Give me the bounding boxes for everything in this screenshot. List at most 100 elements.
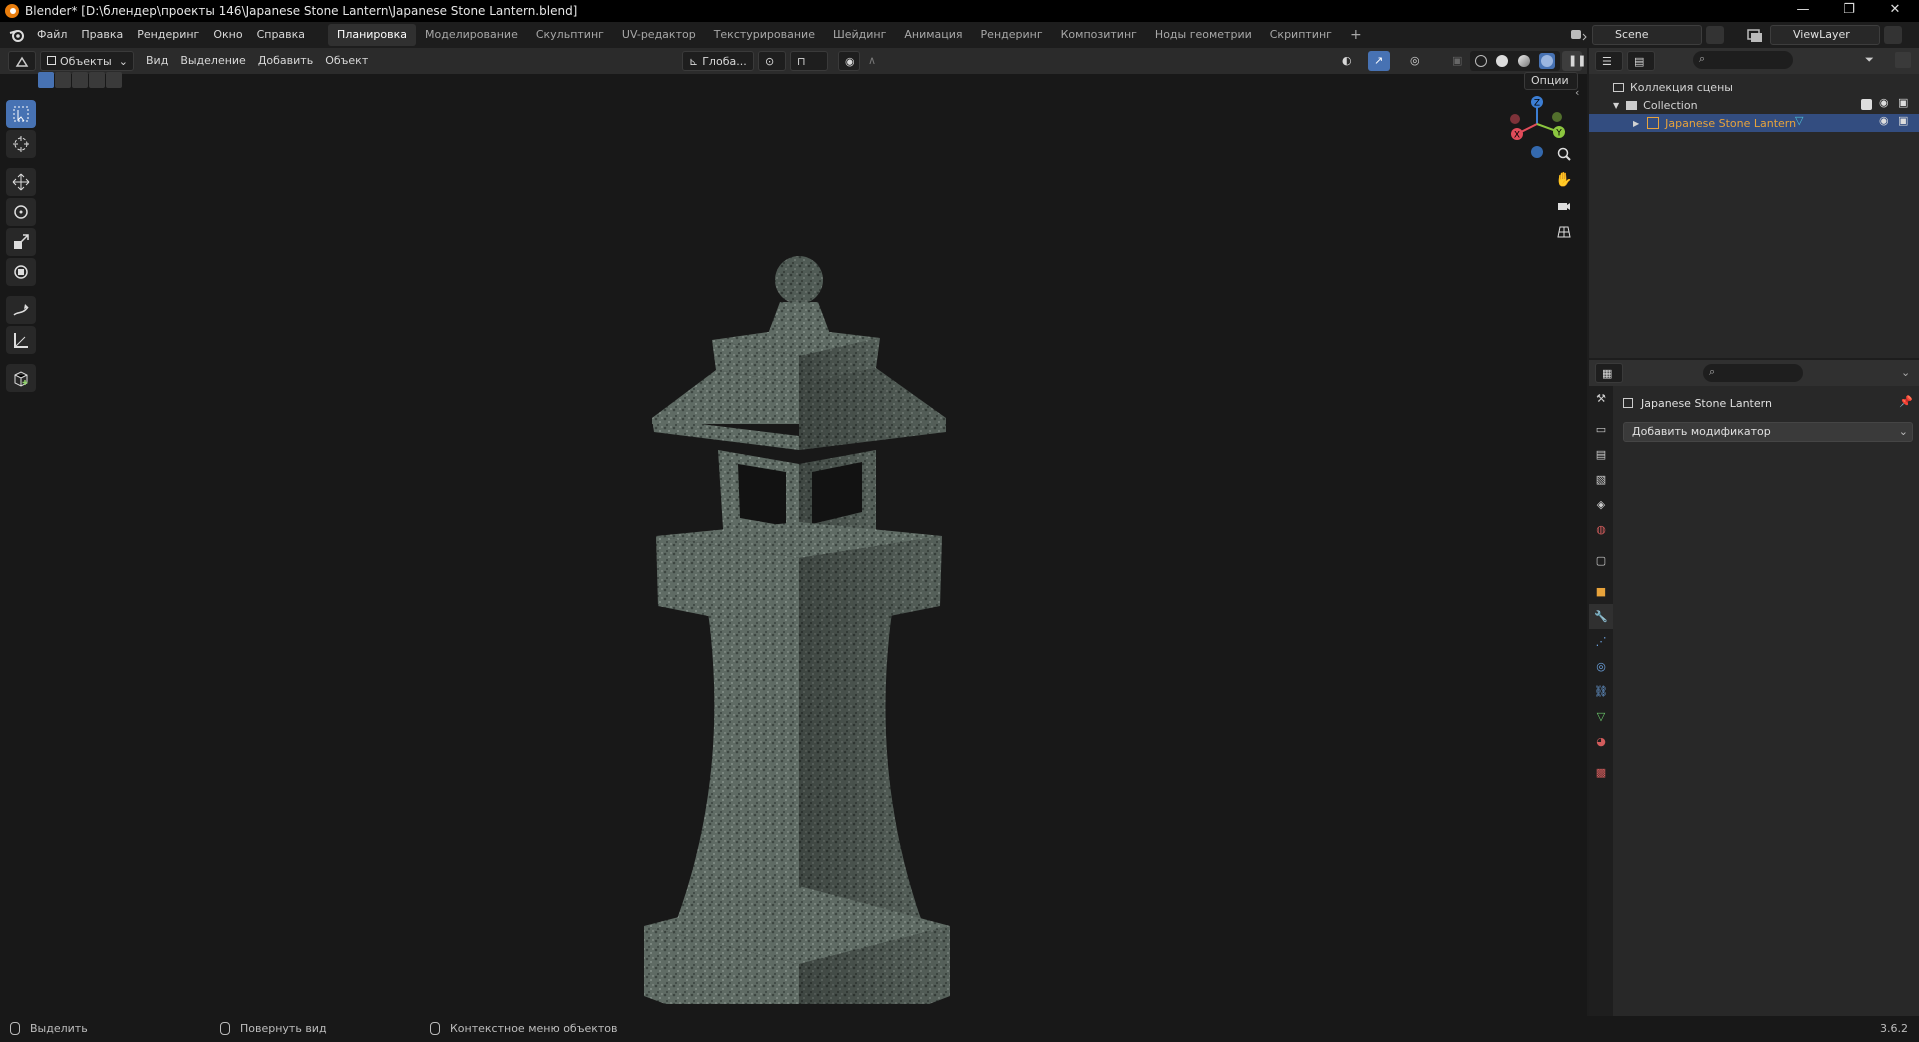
world-tab-icon[interactable]: ◍ — [1589, 517, 1613, 542]
editor-type-icon[interactable] — [8, 51, 36, 71]
render-tab-icon[interactable]: ▭ — [1589, 417, 1613, 442]
properties-search-input[interactable]: ⌕ — [1703, 364, 1803, 382]
measure-tool-icon[interactable] — [6, 326, 36, 354]
move-tool-icon[interactable] — [6, 168, 36, 196]
menu-file[interactable]: Файл — [30, 22, 74, 48]
zoom-icon[interactable] — [1554, 144, 1574, 164]
material-shading-icon[interactable] — [1517, 55, 1530, 67]
stone-lantern-object[interactable] — [600, 174, 980, 1004]
overlay-toggle-icon[interactable]: ◎ — [1404, 51, 1426, 71]
expand-arrow-icon[interactable]: ▶ — [1633, 119, 1639, 128]
cursor-tool-icon[interactable] — [6, 130, 36, 158]
blender-menu-icon[interactable] — [8, 26, 26, 44]
texture-tab-icon[interactable]: ▩ — [1589, 760, 1613, 785]
modifier-tab-icon[interactable]: 🔧 — [1589, 604, 1613, 629]
outliner-row-collection[interactable]: ▼ Collection ◉ ▣ — [1589, 96, 1919, 114]
select-intersect-icon[interactable] — [106, 72, 122, 88]
workspace-tab-compositing[interactable]: Композитинг — [1052, 24, 1146, 46]
transform-tool-icon[interactable] — [6, 258, 36, 286]
camera-view-icon[interactable] — [1554, 196, 1574, 216]
solid-shading-icon[interactable] — [1496, 55, 1509, 67]
rotate-tool-icon[interactable] — [6, 198, 36, 226]
selectability-visibility-icon[interactable]: ◐ — [1336, 51, 1364, 71]
workspace-tab-sculpting[interactable]: Скульптинг — [527, 24, 613, 46]
new-view-layer-icon[interactable] — [1884, 26, 1902, 44]
view-layer-selector-icon[interactable] — [1745, 26, 1765, 44]
workspace-tab-modeling[interactable]: Моделирование — [416, 24, 527, 46]
menu-object[interactable]: Объект — [319, 51, 374, 71]
select-new-icon[interactable] — [38, 72, 54, 88]
proportional-editing-icon[interactable]: ◉ — [838, 51, 860, 71]
mesh-data-icon[interactable]: ▽ — [1795, 114, 1803, 127]
workspace-tab-geometry-nodes[interactable]: Ноды геометрии — [1146, 24, 1261, 46]
new-collection-icon[interactable] — [1895, 52, 1911, 68]
gizmo-toggle-icon[interactable]: ↗ — [1368, 51, 1390, 71]
scene-tab-icon[interactable]: ◈ — [1589, 492, 1613, 517]
add-modifier-dropdown[interactable]: Добавить модификатор ⌄ — [1623, 422, 1913, 442]
collection-tab-icon[interactable]: ▢ — [1589, 548, 1613, 573]
particles-tab-icon[interactable]: ⋰ — [1589, 629, 1613, 654]
view-layer-tab-icon[interactable]: ▧ — [1589, 467, 1613, 492]
pan-hand-icon[interactable]: ✋ — [1554, 170, 1574, 190]
snap-toggle-icon[interactable]: ⊓ — [790, 51, 828, 71]
constraints-tab-icon[interactable]: ⛓ — [1589, 679, 1613, 704]
material-tab-icon[interactable]: ◕ — [1589, 729, 1613, 754]
add-workspace-button[interactable]: + — [1341, 24, 1371, 46]
workspace-tab-rendering[interactable]: Рендеринг — [972, 24, 1052, 46]
select-extend-icon[interactable] — [55, 72, 71, 88]
menu-window[interactable]: Окно — [206, 22, 249, 48]
menu-view[interactable]: Вид — [140, 51, 174, 71]
scene-selector-icon[interactable] — [1568, 26, 1588, 44]
menu-edit[interactable]: Правка — [74, 22, 130, 48]
output-tab-icon[interactable]: ▤ — [1589, 442, 1613, 467]
perspective-grid-icon[interactable] — [1554, 222, 1574, 242]
render-camera-icon[interactable]: ▣ — [1898, 114, 1908, 127]
annotate-tool-icon[interactable] — [6, 296, 36, 324]
workspace-tab-shading[interactable]: Шейдинг — [824, 24, 895, 46]
pause-render-icon[interactable]: ❚❚ — [1562, 51, 1586, 71]
menu-render[interactable]: Рендеринг — [130, 22, 206, 48]
select-box-tool-icon[interactable] — [6, 100, 36, 128]
outliner-row-japanese-stone-lantern[interactable]: ▶ Japanese Stone Lantern ▽ ◉ ▣ — [1589, 114, 1919, 132]
collapse-sidebar-icon[interactable]: ‹ — [1575, 86, 1579, 99]
workspace-tab-layout[interactable]: Планировка — [328, 24, 417, 46]
outliner-row-scene-collection[interactable]: Коллекция сцены — [1589, 78, 1919, 96]
workspace-tab-animation[interactable]: Анимация — [895, 24, 971, 46]
minimize-button[interactable]: — — [1780, 0, 1826, 22]
tool-tab-icon[interactable]: ⚒ — [1589, 386, 1613, 411]
object-tab-icon[interactable]: ■ — [1589, 579, 1613, 604]
visibility-eye-icon[interactable]: ◉ — [1879, 114, 1889, 127]
menu-add[interactable]: Добавить — [252, 51, 319, 71]
mode-dropdown[interactable]: Объекты ⌄ — [40, 51, 134, 71]
exclude-checkbox-icon[interactable] — [1861, 99, 1872, 110]
falloff-curve-icon[interactable]: ∧ — [862, 51, 884, 71]
render-camera-icon[interactable]: ▣ — [1898, 96, 1908, 109]
display-mode-icon[interactable]: ▤ — [1627, 51, 1655, 71]
close-button[interactable]: ✕ — [1872, 0, 1918, 22]
scale-tool-icon[interactable] — [6, 228, 36, 256]
pin-icon[interactable]: 📌 — [1899, 395, 1913, 408]
outliner-search-input[interactable]: ⌕ — [1693, 51, 1793, 69]
physics-tab-icon[interactable]: ◎ — [1589, 654, 1613, 679]
new-scene-icon[interactable] — [1706, 26, 1724, 44]
workspace-tab-uv-editing[interactable]: UV-редактор — [613, 24, 705, 46]
pivot-point-icon[interactable]: ⊙ — [758, 51, 786, 71]
wireframe-shading-icon[interactable] — [1474, 55, 1487, 67]
transform-orientation-dropdown[interactable]: ⊾ Глоба... — [682, 51, 754, 71]
add-cube-tool-icon[interactable] — [6, 364, 36, 392]
restore-button[interactable]: ❐ — [1826, 0, 1872, 22]
data-tab-icon[interactable]: ▽ — [1589, 704, 1613, 729]
outliner-editor-type-icon[interactable]: ☰ — [1595, 51, 1623, 71]
xray-toggle-icon[interactable]: ▣ — [1446, 51, 1468, 71]
workspace-tab-texture-paint[interactable]: Текстурирование — [705, 24, 824, 46]
options-dropdown[interactable]: Опции — [1524, 72, 1578, 90]
scene-name-field[interactable]: Scene — [1592, 25, 1702, 45]
select-invert-icon[interactable] — [89, 72, 105, 88]
filter-icon[interactable]: ⏷ — [1865, 53, 1874, 67]
chevron-down-icon[interactable]: ⌄ — [1901, 366, 1910, 379]
expand-arrow-icon[interactable]: ▼ — [1613, 101, 1619, 110]
rendered-shading-icon[interactable] — [1539, 53, 1556, 69]
menu-help[interactable]: Справка — [250, 22, 312, 48]
view-layer-name-field[interactable]: ViewLayer — [1770, 25, 1880, 45]
workspace-tab-scripting[interactable]: Скриптинг — [1261, 24, 1341, 46]
